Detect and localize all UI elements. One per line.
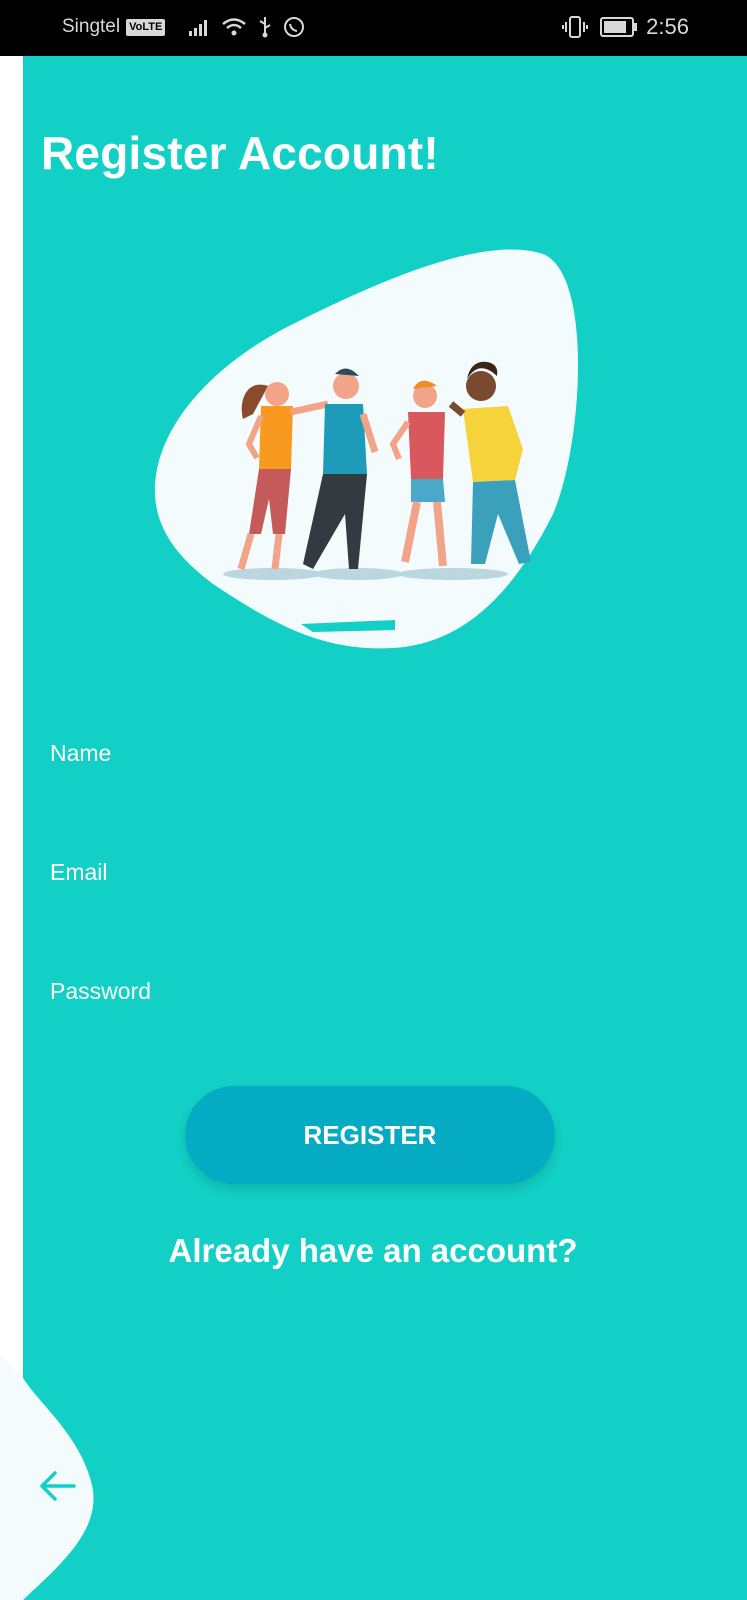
volte-badge: VoLTE [126,18,166,36]
status-right: 2:56 [562,14,689,40]
name-input[interactable] [50,732,690,766]
carrier-name: Singtel [62,16,121,37]
email-input[interactable] [50,851,690,885]
signal-icon [189,20,208,36]
status-icons [189,16,305,38]
login-link[interactable]: Already have an account? [23,1232,723,1270]
whatsapp-icon [284,17,305,37]
password-input[interactable] [50,970,690,1004]
status-left: Singtel VoLTE [62,16,305,38]
battery-icon [600,17,638,37]
clock: 2:56 [646,14,689,39]
vibrate-icon [562,16,589,38]
status-bar: Singtel VoLTE 2:56 [0,0,747,56]
wifi-icon [222,18,247,36]
page-title: Register Account! [41,127,439,179]
back-tab[interactable] [0,1355,100,1600]
register-screen: Register Account! Name Email Password RE… [23,56,747,1600]
register-button[interactable]: REGISTER [185,1086,555,1184]
friends-group-illustration [154,249,578,649]
usb-icon [259,17,271,38]
